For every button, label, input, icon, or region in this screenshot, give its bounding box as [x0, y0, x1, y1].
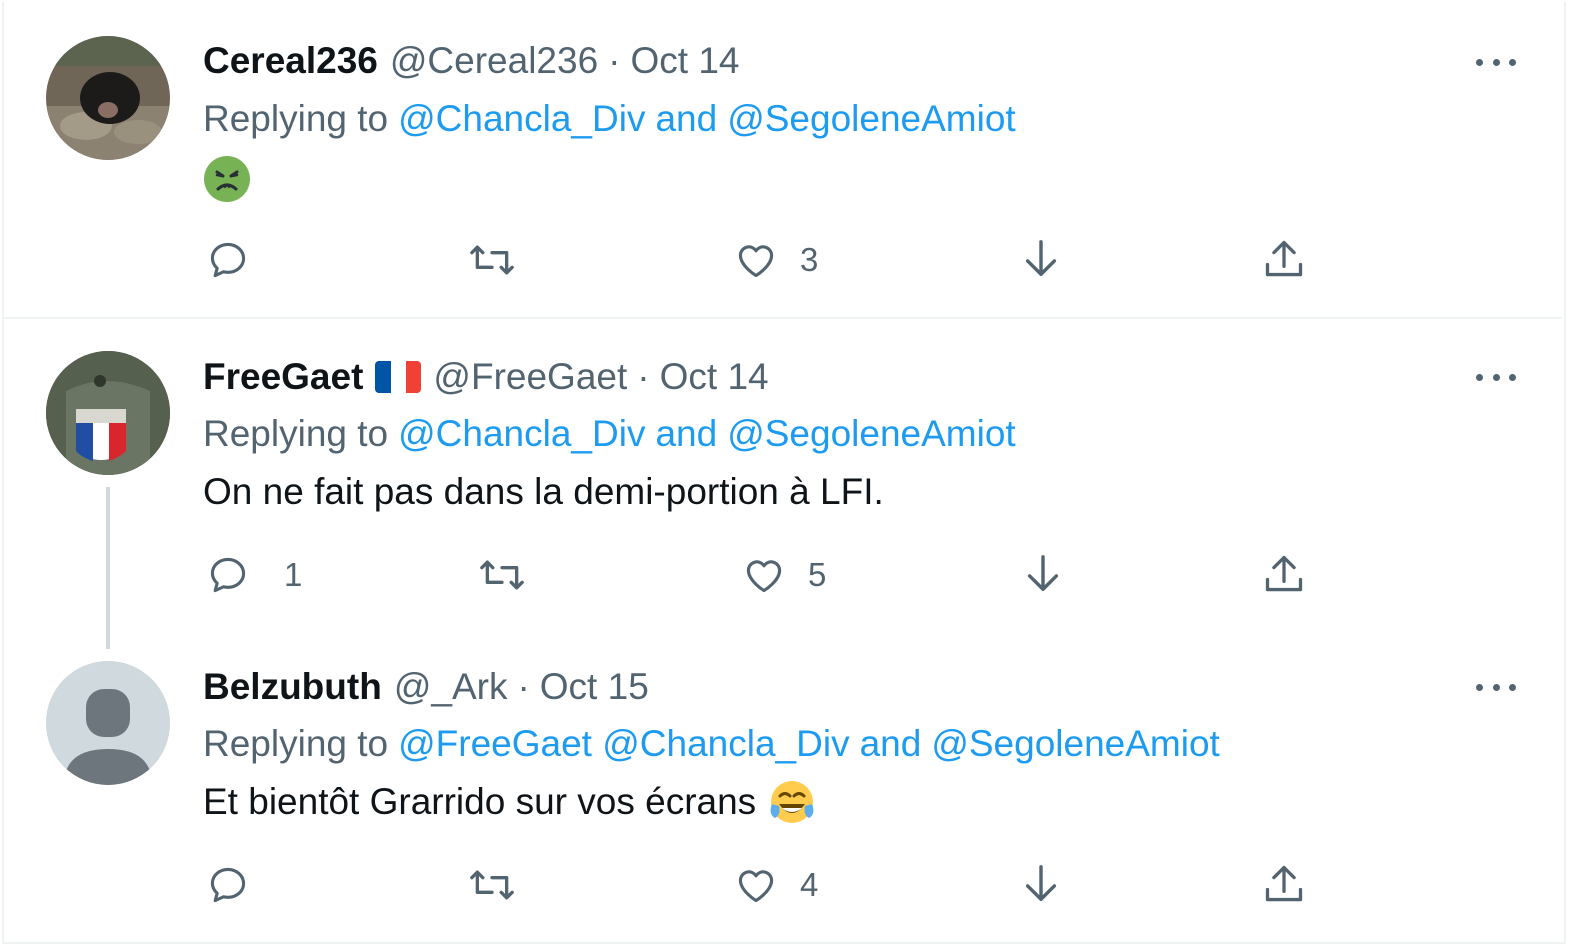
display-name[interactable]: Belzubuth [203, 666, 382, 708]
tweet-date[interactable]: Oct 14 [660, 356, 769, 398]
nauseated-face-icon [204, 156, 250, 202]
retweet-button[interactable] [468, 238, 516, 282]
like-count: 4 [800, 866, 819, 903]
tweet-date[interactable]: Oct 15 [540, 666, 649, 708]
more-options-button[interactable] [1476, 667, 1516, 707]
tweet-text-content: Et bientôt Grarrido sur vos écrans [203, 781, 757, 822]
share-icon [1265, 240, 1303, 277]
avatar[interactable] [46, 661, 170, 785]
display-name[interactable]: FreeGaet [203, 356, 363, 398]
replying-to: Replying to @Chancla_Div and @SegoleneAm… [203, 409, 1016, 459]
tweet-separator [2, 317, 1562, 319]
tweet-header: Cereal236 @Cereal236 · Oct 14 [203, 36, 740, 86]
retweet-icon [480, 560, 524, 590]
tweet-date[interactable]: Oct 14 [631, 40, 740, 82]
share-icon [1265, 555, 1303, 592]
heart-icon [738, 870, 774, 903]
like-count: 3 [800, 241, 819, 278]
retweet-button[interactable] [468, 863, 516, 907]
tweet-header: Belzubuth @_Ark · Oct 15 [203, 662, 649, 712]
arrow-down-icon [1027, 555, 1059, 591]
mention-link[interactable]: @Chancla_Div [398, 413, 645, 455]
separator-dot: · [517, 666, 530, 707]
tweet-text: On ne fait pas dans la demi-portion à LF… [203, 471, 884, 512]
reply-button[interactable]: 1 [206, 553, 302, 597]
user-handle[interactable]: @_Ark [394, 666, 508, 708]
share-icon [1265, 865, 1303, 902]
and-label[interactable]: and [655, 98, 717, 140]
user-handle[interactable]: @FreeGaet [433, 356, 627, 398]
retweet-button[interactable] [478, 553, 526, 597]
arrow-down-icon [1025, 865, 1057, 901]
tweet-header: FreeGaet @FreeGaet · Oct 14 [203, 352, 769, 402]
reply-icon [210, 557, 246, 593]
thread-connector-line [106, 487, 110, 649]
mention-link[interactable]: @SegoleneAmiot [931, 723, 1220, 765]
like-button[interactable]: 5 [742, 553, 826, 597]
more-options-button[interactable] [1476, 42, 1516, 82]
like-count: 5 [808, 556, 827, 593]
default-profile-icon [46, 661, 170, 785]
download-button[interactable] [1020, 861, 1062, 907]
replying-label: Replying to [203, 413, 389, 454]
reply-button[interactable] [206, 238, 250, 282]
replying-to: Replying to @Chancla_Div and @SegoleneAm… [203, 94, 1016, 144]
reply-button[interactable] [206, 863, 250, 907]
separator-dot: · [608, 40, 621, 81]
share-button[interactable] [1262, 861, 1306, 907]
share-button[interactable] [1262, 236, 1306, 282]
mention-link[interactable]: @Chancla_Div [398, 98, 645, 140]
mention-link[interactable]: @SegoleneAmiot [727, 413, 1016, 455]
mention-link[interactable]: @SegoleneAmiot [727, 98, 1016, 140]
user-handle[interactable]: @Cereal236 [390, 40, 598, 82]
tweet-text [203, 154, 251, 204]
tears-of-joy-icon [770, 781, 814, 823]
download-button[interactable] [1020, 236, 1062, 282]
avatar[interactable] [46, 36, 170, 160]
heart-icon [746, 560, 782, 593]
reply-icon [210, 242, 246, 278]
retweet-icon [470, 870, 514, 900]
replying-label: Replying to [203, 98, 389, 139]
mention-link[interactable]: @FreeGaet @Chancla_Div [398, 723, 849, 765]
replying-label: Replying to [203, 723, 389, 764]
more-options-button[interactable] [1476, 357, 1516, 397]
and-label[interactable]: and [655, 413, 717, 455]
french-flag-icon [375, 361, 422, 393]
replying-to: Replying to @FreeGaet @Chancla_Div and @… [203, 719, 1220, 769]
download-button[interactable] [1022, 551, 1064, 597]
separator-dot: · [637, 356, 650, 397]
like-button[interactable]: 3 [734, 238, 818, 282]
and-label[interactable]: and [860, 723, 922, 765]
display-name[interactable]: Cereal236 [203, 40, 378, 82]
retweet-icon [470, 245, 514, 275]
avatar[interactable] [46, 351, 170, 475]
arrow-down-icon [1025, 240, 1057, 276]
heart-icon [738, 245, 774, 278]
reply-count: 1 [284, 556, 303, 593]
share-button[interactable] [1262, 551, 1306, 597]
tweet-text: Et bientôt Grarrido sur vos écrans [203, 777, 816, 827]
reply-icon [210, 867, 246, 903]
like-button[interactable]: 4 [734, 863, 818, 907]
